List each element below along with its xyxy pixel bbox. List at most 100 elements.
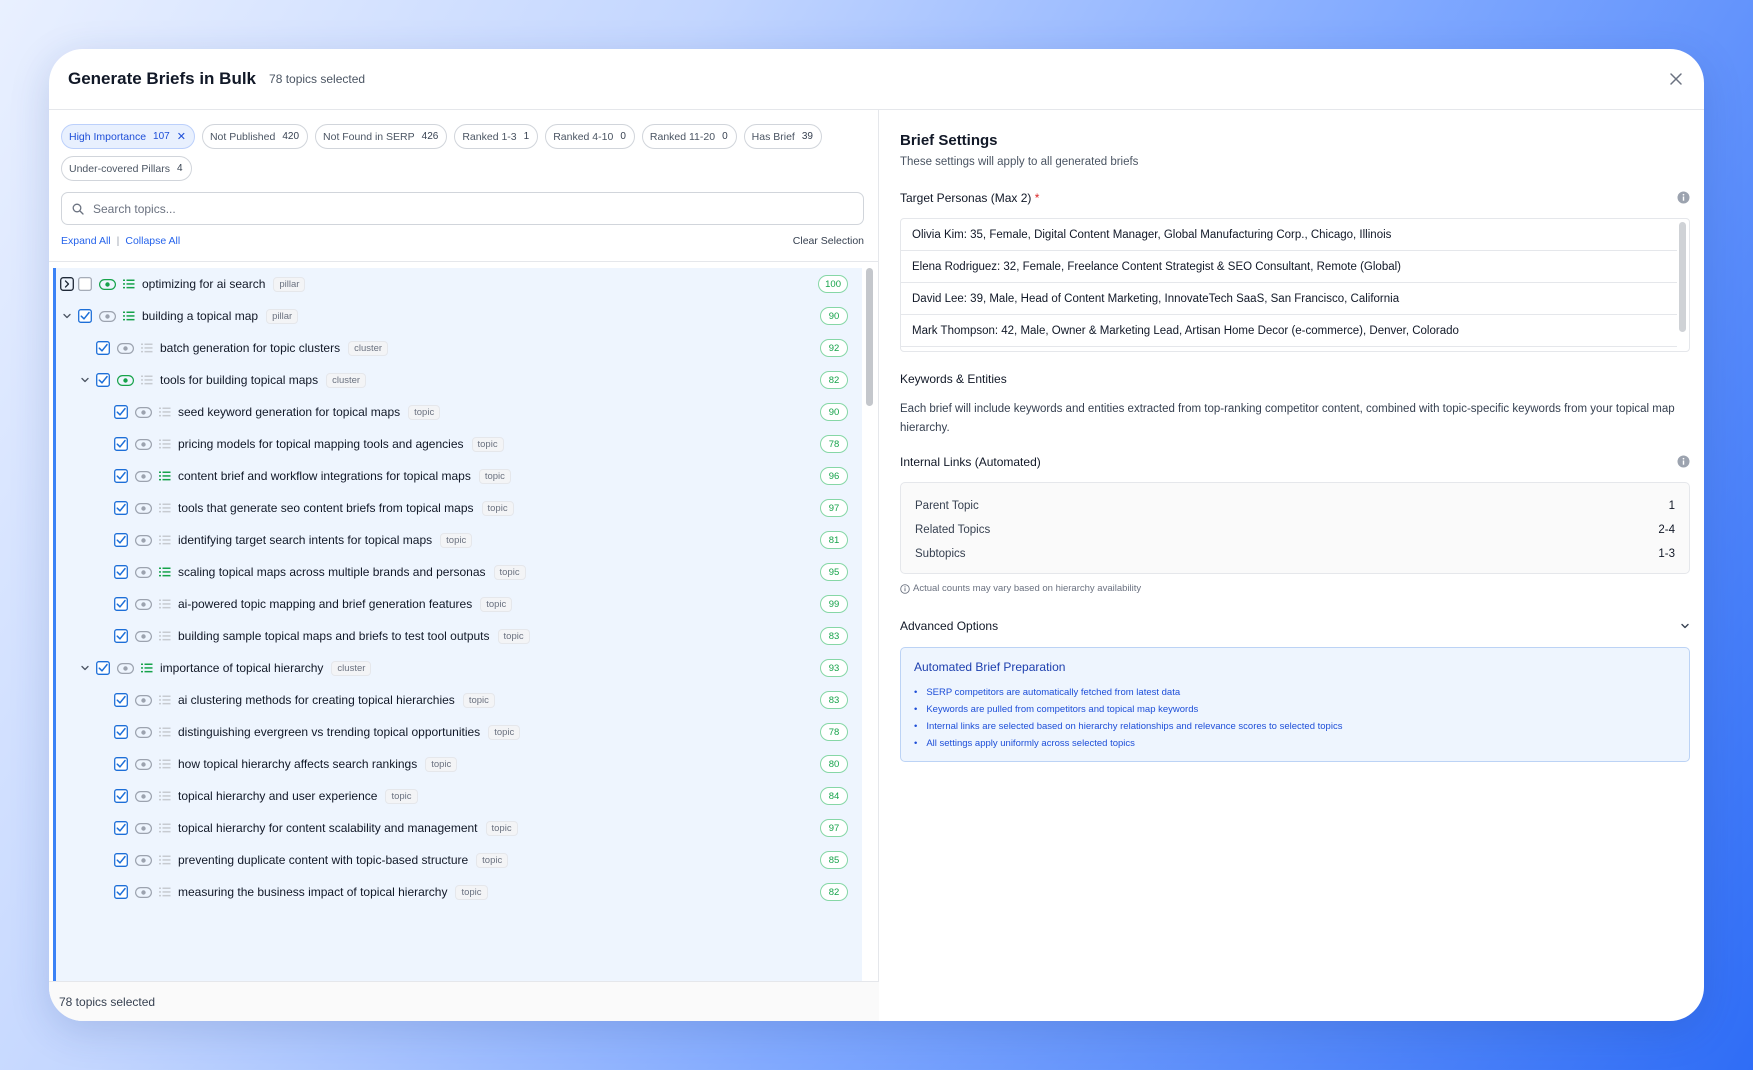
checkbox-checked[interactable] [114, 693, 128, 707]
topic-label[interactable]: distinguishing evergreen vs trending top… [178, 725, 480, 739]
search-input[interactable] [93, 201, 833, 216]
topic-label[interactable]: importance of topical hierarchy [160, 661, 323, 675]
checkbox-checked[interactable] [114, 629, 128, 643]
checkbox-unchecked[interactable] [78, 277, 92, 291]
tree-row[interactable]: ai clustering methods for creating topic… [56, 684, 862, 716]
checkbox-checked[interactable] [114, 533, 128, 547]
tree-row[interactable]: importance of topical hierarchy cluster 93 [56, 652, 862, 684]
filter-chip[interactable]: Under-covered Pillars 4 [61, 156, 192, 181]
topic-label[interactable]: topical hierarchy and user experience [178, 789, 377, 803]
checkbox-checked[interactable] [114, 853, 128, 867]
topic-label[interactable]: preventing duplicate content with topic-… [178, 853, 468, 867]
visibility-toggle-icon[interactable] [134, 789, 152, 803]
clear-selection-button[interactable]: Clear Selection [793, 235, 864, 247]
topic-label[interactable]: measuring the business impact of topical… [178, 885, 447, 899]
persona-option[interactable]: Olivia Kim: 35, Female, Digital Content … [901, 219, 1677, 251]
visibility-toggle-icon[interactable] [98, 277, 116, 291]
tree-row[interactable]: topical hierarchy for content scalabilit… [56, 812, 862, 844]
topic-label[interactable]: pricing models for topical mapping tools… [178, 437, 464, 451]
chevron-down-icon[interactable] [60, 309, 74, 323]
filter-chip[interactable]: Has Brief 39 [743, 124, 822, 149]
checkbox-checked[interactable] [114, 405, 128, 419]
visibility-toggle-icon[interactable] [134, 757, 152, 771]
topic-label[interactable]: building a topical map [142, 309, 258, 323]
filter-chip[interactable]: Ranked 4-10 0 [545, 124, 635, 149]
visibility-toggle-icon[interactable] [134, 629, 152, 643]
checkbox-checked[interactable] [78, 309, 92, 323]
checkbox-checked[interactable] [96, 341, 110, 355]
persona-option[interactable]: David Lee: 39, Male, Head of Content Mar… [901, 283, 1677, 315]
checkbox-checked[interactable] [114, 437, 128, 451]
tree-row[interactable]: distinguishing evergreen vs trending top… [56, 716, 862, 748]
filter-chip[interactable]: High Importance 107 ✕ [61, 124, 195, 149]
checkbox-checked[interactable] [114, 821, 128, 835]
tree-row[interactable]: batch generation for topic clusters clust… [56, 332, 862, 364]
visibility-toggle-icon[interactable] [134, 565, 152, 579]
search-box[interactable] [61, 192, 864, 225]
visibility-toggle-icon[interactable] [134, 533, 152, 547]
tree-row[interactable]: building a topical map pillar 90 [56, 300, 862, 332]
chevron-down-icon[interactable] [78, 373, 92, 387]
visibility-toggle-icon[interactable] [116, 373, 134, 387]
topic-label[interactable]: optimizing for ai search [142, 277, 265, 291]
tree-row[interactable]: content brief and workflow integrations … [56, 460, 862, 492]
visibility-toggle-icon[interactable] [98, 309, 116, 323]
close-button[interactable] [1662, 65, 1690, 93]
visibility-toggle-icon[interactable] [134, 597, 152, 611]
visibility-toggle-icon[interactable] [134, 405, 152, 419]
topic-label[interactable]: tools for building topical maps [160, 373, 318, 387]
topic-label[interactable]: seed keyword generation for topical maps [178, 405, 400, 419]
tree-row[interactable]: ai-powered topic mapping and brief gener… [56, 588, 862, 620]
tree-row[interactable]: optimizing for ai search pillar 100 [56, 268, 862, 300]
visibility-toggle-icon[interactable] [134, 437, 152, 451]
tree-row[interactable]: seed keyword generation for topical maps… [56, 396, 862, 428]
topic-label[interactable]: content brief and workflow integrations … [178, 469, 471, 483]
tree-row[interactable]: pricing models for topical mapping tools… [56, 428, 862, 460]
topic-label[interactable]: scaling topical maps across multiple bra… [178, 565, 486, 579]
checkbox-checked[interactable] [114, 597, 128, 611]
expand-toggle-icon[interactable] [60, 277, 74, 291]
personas-info-icon[interactable] [1677, 191, 1690, 207]
visibility-toggle-icon[interactable] [134, 853, 152, 867]
checkbox-checked[interactable] [114, 725, 128, 739]
collapse-all-link[interactable]: Collapse All [125, 235, 180, 247]
topic-label[interactable]: ai-powered topic mapping and brief gener… [178, 597, 472, 611]
filter-chip[interactable]: Not Found in SERP 426 [315, 124, 448, 149]
checkbox-checked[interactable] [114, 885, 128, 899]
visibility-toggle-icon[interactable] [134, 821, 152, 835]
tree-row[interactable]: building sample topical maps and briefs … [56, 620, 862, 652]
tree-scrollbar[interactable] [866, 268, 873, 406]
topic-label[interactable]: building sample topical maps and briefs … [178, 629, 490, 643]
checkbox-checked[interactable] [114, 789, 128, 803]
filter-chip[interactable]: Not Published 420 [201, 124, 309, 149]
visibility-toggle-icon[interactable] [134, 725, 152, 739]
visibility-toggle-icon[interactable] [134, 501, 152, 515]
tree-row[interactable]: measuring the business impact of topical… [56, 876, 862, 908]
tree-row[interactable]: tools that generate seo content briefs f… [56, 492, 862, 524]
visibility-toggle-icon[interactable] [116, 661, 134, 675]
personas-scrollbar[interactable] [1679, 222, 1686, 332]
checkbox-checked[interactable] [96, 373, 110, 387]
filter-chip[interactable]: Ranked 11-20 0 [641, 124, 737, 149]
visibility-toggle-icon[interactable] [134, 469, 152, 483]
internal-links-info-icon[interactable] [1677, 455, 1690, 471]
persona-option[interactable]: Mark Thompson: 42, Male, Owner & Marketi… [901, 315, 1677, 347]
checkbox-checked[interactable] [96, 661, 110, 675]
checkbox-checked[interactable] [114, 469, 128, 483]
topic-label[interactable]: how topical hierarchy affects search ran… [178, 757, 417, 771]
remove-filter-icon[interactable]: ✕ [177, 130, 186, 143]
filter-chip[interactable]: Ranked 1-3 1 [454, 124, 539, 149]
visibility-toggle-icon[interactable] [134, 693, 152, 707]
chevron-down-icon[interactable] [78, 661, 92, 675]
tree-row[interactable]: scaling topical maps across multiple bra… [56, 556, 862, 588]
topic-label[interactable]: topical hierarchy for content scalabilit… [178, 821, 478, 835]
checkbox-checked[interactable] [114, 501, 128, 515]
visibility-toggle-icon[interactable] [134, 885, 152, 899]
advanced-options-toggle[interactable]: Advanced Options [900, 616, 1690, 636]
checkbox-checked[interactable] [114, 565, 128, 579]
topic-label[interactable]: identifying target search intents for to… [178, 533, 432, 547]
visibility-toggle-icon[interactable] [116, 341, 134, 355]
tree-row[interactable]: identifying target search intents for to… [56, 524, 862, 556]
tree-row[interactable]: tools for building topical maps cluster 82 [56, 364, 862, 396]
tree-row[interactable]: how topical hierarchy affects search ran… [56, 748, 862, 780]
